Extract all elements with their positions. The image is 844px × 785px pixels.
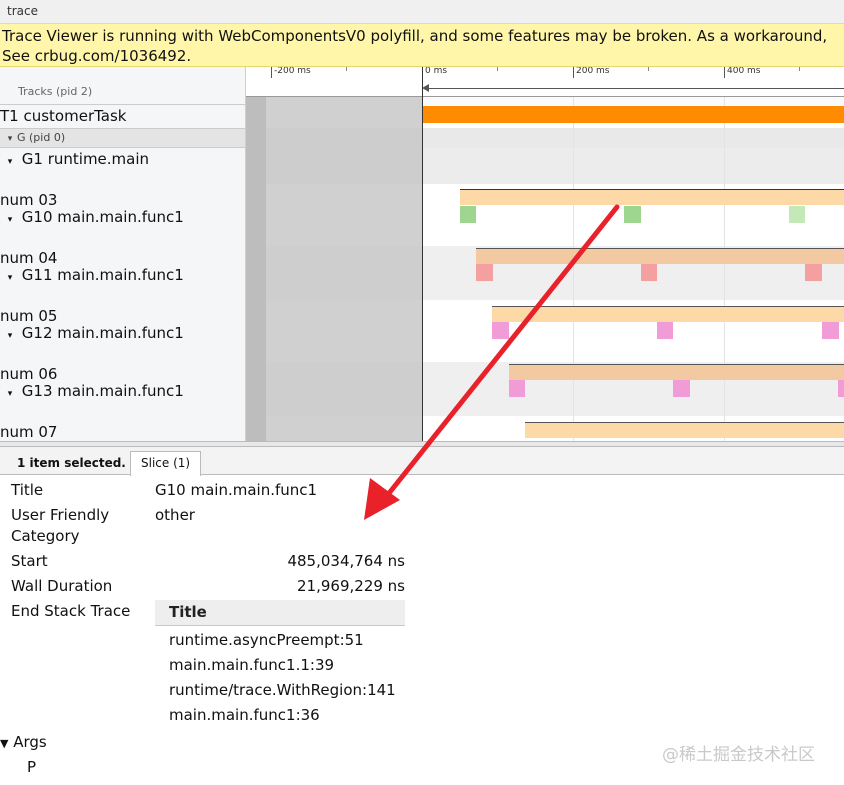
track-label-num03[interactable]: num 03	[0, 191, 57, 209]
ruler-minor-tick	[799, 67, 802, 71]
g12-slice-1[interactable]	[492, 322, 509, 339]
track-label-column: Tracks (pid 2) T1 customerTask ▾ G (pid 0…	[0, 67, 246, 441]
polyfill-warning-banner: Trace Viewer is running with WebComponen…	[0, 24, 844, 67]
analysis-panel: 1 item selected. Slice (1) Title G10 mai…	[0, 441, 844, 785]
wall-duration-value: 21,969,229 ns	[297, 577, 405, 595]
ruler-minor-tick	[497, 67, 500, 71]
stack-frame[interactable]: main.main.func1:36	[169, 706, 320, 724]
expand-triangle-icon[interactable]: ▾	[3, 157, 17, 167]
goroutines-process-label: G (pid 0)	[17, 131, 66, 144]
title-key: Title	[11, 481, 44, 499]
selection-count: 1 item selected.	[17, 456, 126, 470]
track-label-num05[interactable]: num 05	[0, 307, 57, 325]
g10-slice-1[interactable]	[460, 206, 476, 223]
warning-line-2: See crbug.com/1036492.	[2, 47, 192, 65]
region-slice-g11[interactable]	[476, 248, 844, 264]
expand-triangle-icon[interactable]: ▾	[3, 273, 17, 283]
grid-line	[573, 97, 574, 441]
customer-task-slice[interactable]	[423, 106, 844, 123]
g1-label: G1 runtime.main	[21, 150, 150, 168]
out-of-range-shade	[246, 97, 422, 441]
args-item-p: P	[27, 758, 37, 776]
window-title: trace	[7, 4, 38, 18]
g10-slice-2[interactable]	[624, 206, 641, 223]
category-key-line-1: User Friendly	[11, 506, 110, 524]
g10-slice-3[interactable]	[789, 206, 805, 223]
track-label-g11[interactable]: ▾ G11 main.main.func1	[3, 266, 184, 284]
g12-label: G12 main.main.func1	[21, 324, 184, 342]
stack-frame[interactable]: main.main.func1.1:39	[169, 656, 334, 674]
args-label: Args	[13, 733, 47, 751]
category-value: other	[155, 506, 195, 524]
stack-frame[interactable]: runtime.asyncPreempt:51	[169, 631, 364, 649]
g13-slice-3[interactable]	[838, 380, 844, 397]
goroutines-process-header[interactable]: ▾ G (pid 0)	[3, 131, 65, 144]
track-label-g12[interactable]: ▾ G12 main.main.func1	[3, 324, 184, 342]
expand-triangle-icon[interactable]: ▾	[3, 215, 17, 225]
region-slice-g13[interactable]	[509, 364, 844, 380]
range-line	[424, 88, 844, 89]
time-zero-line	[422, 67, 423, 441]
ruler-tick-400: 400 ms	[724, 67, 761, 78]
g13-label: G13 main.main.func1	[21, 382, 184, 400]
expand-triangle-icon[interactable]: ▾	[3, 389, 17, 399]
category-key-line-2: Category	[11, 527, 80, 545]
wall-duration-key: Wall Duration	[11, 577, 113, 595]
title-value[interactable]: G10 main.main.func1	[155, 481, 317, 499]
collapse-triangle-icon[interactable]: ▼	[0, 737, 8, 750]
timeline-view[interactable]: Tracks (pid 2) T1 customerTask ▾ G (pid 0…	[0, 67, 844, 441]
stack-table-header[interactable]: Title	[155, 600, 405, 626]
track-label-customer-task[interactable]: T1 customerTask	[0, 107, 126, 125]
start-key: Start	[11, 552, 48, 570]
out-of-range-edge	[246, 97, 266, 441]
window-titlebar: trace	[0, 0, 844, 24]
g13-slice-1[interactable]	[509, 380, 525, 397]
grid-line	[724, 97, 725, 441]
g11-slice-2[interactable]	[641, 264, 657, 281]
expand-triangle-icon[interactable]: ▾	[3, 331, 17, 341]
ruler-tick-0: 0 ms	[422, 67, 447, 78]
watermark-text: @稀土掘金技术社区	[662, 745, 815, 765]
g12-slice-2[interactable]	[657, 322, 673, 339]
g11-label: G11 main.main.func1	[21, 266, 184, 284]
ruler-minor-tick	[346, 67, 349, 71]
analysis-tab-strip: 1 item selected. Slice (1)	[0, 447, 844, 476]
g12-slice-3[interactable]	[822, 322, 839, 339]
ruler-minor-tick	[648, 67, 651, 71]
region-slice-g14[interactable]	[525, 422, 844, 438]
track-label-num07[interactable]: num 07	[0, 423, 57, 441]
ruler-tick-minus-200: -200 ms	[271, 67, 311, 78]
tracks-process-header[interactable]: Tracks (pid 2)	[18, 85, 92, 98]
ruler-tick-200: 200 ms	[573, 67, 610, 78]
g11-slice-1[interactable]	[476, 264, 493, 281]
time-ruler[interactable]: -200 ms 0 ms 200 ms 400 ms	[246, 67, 844, 97]
track-label-g13[interactable]: ▾ G13 main.main.func1	[3, 382, 184, 400]
g11-slice-3[interactable]	[805, 264, 822, 281]
track-label-num04[interactable]: num 04	[0, 249, 57, 267]
g13-slice-2[interactable]	[673, 380, 690, 397]
region-slice-g12[interactable]	[492, 306, 844, 322]
args-toggle[interactable]: ▼ Args	[0, 733, 47, 751]
tab-slice[interactable]: Slice (1)	[130, 451, 202, 476]
region-slice-g10[interactable]	[460, 189, 844, 205]
track-label-num06[interactable]: num 06	[0, 365, 57, 383]
stack-frame[interactable]: runtime/trace.WithRegion:141	[169, 681, 396, 699]
expand-triangle-icon[interactable]: ▾	[3, 134, 17, 144]
warning-line-1: Trace Viewer is running with WebComponen…	[2, 27, 828, 45]
track-label-g1[interactable]: ▾ G1 runtime.main	[3, 150, 149, 168]
end-stack-trace-key: End Stack Trace	[11, 602, 131, 620]
g10-label: G10 main.main.func1	[21, 208, 184, 226]
start-value: 485,034,764 ns	[287, 552, 405, 570]
track-label-g10[interactable]: ▾ G10 main.main.func1	[3, 208, 184, 226]
